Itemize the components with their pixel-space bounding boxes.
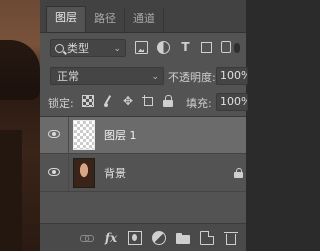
layer-name[interactable]: 图层 1 bbox=[104, 127, 137, 143]
lock-transparent-icon[interactable] bbox=[82, 95, 94, 107]
type-filter-icon[interactable]: T bbox=[179, 41, 192, 54]
fill-field[interactable]: 100% bbox=[216, 93, 248, 111]
image-filter-icon[interactable] bbox=[135, 41, 148, 54]
shape-filter-icon[interactable] bbox=[201, 42, 212, 53]
filter-icons: T bbox=[135, 41, 231, 54]
layer-thumbnail bbox=[73, 158, 95, 188]
chevron-down-icon: ⌄ bbox=[151, 72, 159, 82]
lock-icon bbox=[234, 168, 243, 178]
layer-thumbnail bbox=[73, 120, 95, 150]
visibility-eye-icon[interactable] bbox=[48, 130, 60, 138]
tab-channels[interactable]: 通道 bbox=[125, 8, 164, 32]
chevron-down-icon: ⌄ bbox=[113, 44, 121, 54]
lock-label: 锁定: bbox=[48, 97, 74, 110]
divider bbox=[68, 117, 69, 153]
fill-label: 填充: bbox=[186, 97, 212, 110]
filter-kind-label: 类型 bbox=[67, 42, 89, 55]
layer-name[interactable]: 背景 bbox=[104, 165, 126, 181]
new-layer-icon[interactable] bbox=[200, 230, 214, 245]
lock-icons: ✥ bbox=[82, 95, 174, 107]
smart-object-filter-icon[interactable] bbox=[221, 41, 231, 53]
lock-image-icon[interactable] bbox=[102, 95, 114, 107]
filter-kind-select[interactable]: 类型 ⌄ bbox=[50, 39, 126, 57]
opacity-label: 不透明度: bbox=[168, 71, 216, 84]
blend-mode-value: 正常 bbox=[57, 70, 79, 83]
lock-artboard-icon[interactable] bbox=[142, 95, 154, 107]
canvas-image-edge bbox=[0, 0, 40, 251]
tab-layers[interactable]: 图层 bbox=[46, 6, 86, 32]
filter-row: 类型 ⌄ T bbox=[40, 39, 246, 59]
layers-panel: 图层 路径 通道 类型 ⌄ T 正常 ⌄ 不透明度: 100% 锁定: ✥ bbox=[40, 0, 248, 251]
blend-mode-select[interactable]: 正常 ⌄ bbox=[50, 67, 164, 85]
adjustment-layer-icon[interactable] bbox=[152, 230, 166, 245]
delete-layer-icon[interactable] bbox=[224, 231, 238, 245]
layer-row[interactable]: 背景 bbox=[40, 155, 246, 192]
visibility-eye-icon[interactable] bbox=[48, 168, 60, 176]
canvas-hair-shape bbox=[0, 40, 40, 100]
panel-tab-bar: 图层 路径 通道 bbox=[40, 0, 246, 33]
lock-position-icon[interactable]: ✥ bbox=[122, 95, 134, 107]
adjustment-filter-icon[interactable] bbox=[157, 41, 170, 54]
add-mask-icon[interactable] bbox=[128, 230, 142, 245]
search-icon bbox=[55, 44, 64, 53]
fx-icon[interactable]: fx bbox=[104, 231, 118, 245]
lock-row: 锁定: ✥ 填充: 100% bbox=[40, 93, 248, 111]
layer-row[interactable]: 图层 1 bbox=[40, 117, 246, 154]
link-layers-icon[interactable] bbox=[80, 231, 94, 245]
filter-toggle[interactable] bbox=[234, 43, 240, 53]
tab-paths[interactable]: 路径 bbox=[86, 8, 125, 32]
divider bbox=[68, 155, 69, 191]
canvas-hair-shape bbox=[0, 130, 22, 251]
blend-row: 正常 ⌄ 不透明度: 100% bbox=[40, 67, 248, 87]
panel-bottom-toolbar: fx bbox=[40, 223, 246, 251]
opacity-field[interactable]: 100% bbox=[216, 67, 248, 85]
lock-all-icon[interactable] bbox=[162, 95, 174, 107]
new-group-icon[interactable] bbox=[176, 231, 190, 245]
